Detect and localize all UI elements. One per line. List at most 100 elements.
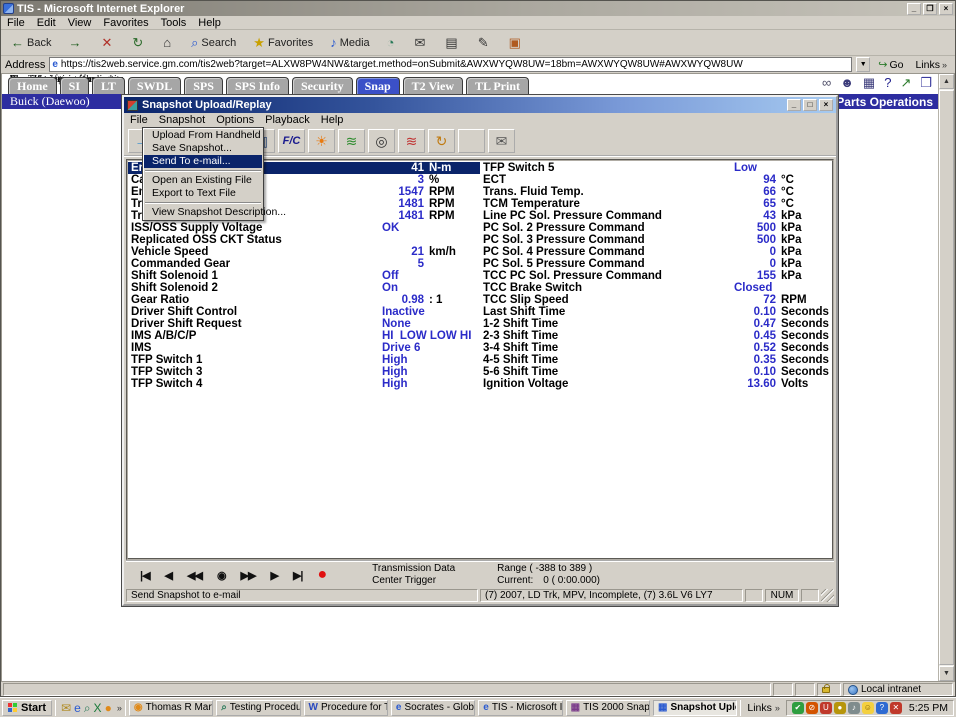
data-row[interactable]: Vehicle Speed 21 km/h <box>128 246 480 258</box>
data-row[interactable]: 2-3 Shift Time 0.45 Seconds <box>480 330 832 342</box>
close-button[interactable]: × <box>939 3 953 15</box>
glasses-icon[interactable]: ∞ <box>822 76 831 90</box>
task-button[interactable]: e TIS - Microsoft Internet ... <box>478 700 562 716</box>
back-button[interactable]: ← Back <box>5 34 60 51</box>
dropdown-menu-item[interactable] <box>145 202 261 204</box>
data-row[interactable]: Replicated OSS CKT Status <box>128 234 480 246</box>
browser-menu-item[interactable]: View <box>68 17 92 29</box>
ie-shortcut-icon[interactable]: e <box>74 701 81 715</box>
snapshot-menu-item[interactable]: Snapshot <box>159 114 205 126</box>
resize-grip[interactable] <box>821 589 834 602</box>
tray-x-icon[interactable]: ✕ <box>890 702 902 714</box>
tray-audio-icon[interactable]: ♪ <box>848 702 860 714</box>
book-icon[interactable]: ❒ <box>920 76 932 90</box>
browser-menu-item[interactable]: Favorites <box>103 17 148 29</box>
tis-tab[interactable]: SPS <box>184 77 223 94</box>
tray-block-icon[interactable]: ⊘ <box>806 702 818 714</box>
go-end-button[interactable]: ▶| <box>293 569 303 582</box>
browser-title-bar[interactable]: TIS - Microsoft Internet Explorer _ ❐ × <box>1 1 955 16</box>
mail-shortcut-icon[interactable]: ✉ <box>61 701 71 715</box>
data-row[interactable]: 4-5 Shift Time 0.35 Seconds <box>480 354 832 366</box>
tis-tab[interactable]: SWDL <box>128 77 181 94</box>
refresh-button[interactable]: ↻ <box>126 34 155 51</box>
data-row[interactable]: TCC PC Sol. Pressure Command 155 kPa <box>480 270 832 282</box>
search-button[interactable]: ⌕ Search <box>185 34 245 51</box>
tray-smiley-icon[interactable]: ☺ <box>862 702 874 714</box>
browser-menu-item[interactable]: Tools <box>161 17 187 29</box>
excel-shortcut-icon[interactable]: X <box>94 701 102 715</box>
minimize-button[interactable]: _ <box>787 99 801 111</box>
links-button[interactable]: Links » <box>911 59 951 71</box>
replay-icon[interactable]: ↻ <box>428 129 455 153</box>
user-icon[interactable]: ☻ <box>840 76 854 90</box>
links-toolbar[interactable]: Links » <box>744 702 783 714</box>
help-icon[interactable]: ? <box>884 76 891 90</box>
forward-button[interactable]: → <box>62 34 93 51</box>
tray-help-icon[interactable]: ? <box>876 702 888 714</box>
tis-tab[interactable]: Security <box>292 77 353 94</box>
dropdown-menu-item[interactable]: Open an Existing File <box>144 174 262 187</box>
dropdown-menu-item[interactable]: Save Snapshot... <box>144 142 262 155</box>
data-row[interactable]: Driver Shift Request None <box>128 318 480 330</box>
email-icon[interactable]: ✉ <box>488 129 515 153</box>
go-button[interactable]: ↪ Go <box>874 58 907 71</box>
dropdown-menu-item[interactable] <box>145 170 261 172</box>
units-fc-icon[interactable]: F/C <box>278 129 305 153</box>
snapshot-title-bar[interactable]: Snapshot Upload/Replay _ □ × <box>124 97 836 113</box>
media-button[interactable]: ♪ Media <box>324 34 378 51</box>
task-button[interactable]: e Socrates - Global - Micro... <box>391 700 475 716</box>
tis-tab[interactable]: LT <box>92 77 125 94</box>
data-row[interactable]: TCC Slip Speed 72 RPM <box>480 294 832 306</box>
data-row[interactable]: TFP Switch 4 High <box>128 378 480 390</box>
snapshot-menu-item[interactable]: Options <box>216 114 254 126</box>
close-button[interactable]: × <box>819 99 833 111</box>
data-row[interactable]: Gear Ratio 0.98 : 1 <box>128 294 480 306</box>
dropdown-menu-item[interactable]: Export to Text File <box>144 187 262 200</box>
tray-shield-icon[interactable]: U <box>820 702 832 714</box>
task-button[interactable]: ◉ Thomas R Martin - Inbox... <box>129 700 213 716</box>
data-row[interactable]: TFP Switch 3 High <box>128 366 480 378</box>
data-row[interactable]: 1-2 Shift Time 0.47 Seconds <box>480 318 832 330</box>
calendar-icon[interactable]: ▦ <box>863 76 875 90</box>
data-row[interactable]: PC Sol. 4 Pressure Command 0 kPa <box>480 246 832 258</box>
quick-launch-overflow-icon[interactable]: » <box>117 703 122 713</box>
tis-tab[interactable]: Home <box>8 77 57 94</box>
browser-menu-item[interactable]: File <box>7 17 25 29</box>
data-row[interactable]: IMS Drive 6 <box>128 342 480 354</box>
data-row[interactable]: 3-4 Shift Time 0.52 Seconds <box>480 342 832 354</box>
edit-button[interactable]: ✎ <box>472 34 501 51</box>
history-button[interactable]: ◔ <box>381 34 407 51</box>
stop-button[interactable]: ✕ <box>95 34 124 51</box>
dropdown-menu-item[interactable]: View Snapshot Description... <box>144 206 262 219</box>
browser-menu-item[interactable]: Help <box>198 17 221 29</box>
discuss-button[interactable]: ▣ <box>503 34 533 51</box>
dropdown-menu-item[interactable]: Send To e-mail... <box>144 155 262 168</box>
data-row[interactable]: Last Shift Time 0.10 Seconds <box>480 306 832 318</box>
notes-shortcut-icon[interactable]: ● <box>105 701 112 715</box>
data-row[interactable]: TFP Switch 1 High <box>128 354 480 366</box>
snapshot-menu-item[interactable]: Help <box>321 114 344 126</box>
tis-tab[interactable]: T2 View <box>403 77 463 94</box>
data-row[interactable]: ECT 94 °C <box>480 174 832 186</box>
data-row[interactable]: PC Sol. 2 Pressure Command 500 kPa <box>480 222 832 234</box>
data-row[interactable]: Trans. Fluid Temp. 66 °C <box>480 186 832 198</box>
data-row[interactable]: Shift Solenoid 2 On <box>128 282 480 294</box>
favorites-button[interactable]: ★ Favorites <box>247 34 322 51</box>
lines-graph-icon[interactable]: ≋ <box>338 129 365 153</box>
data-row[interactable]: ISS/OSS Supply Voltage OK <box>128 222 480 234</box>
step-forward-button[interactable]: ▶ <box>270 569 277 582</box>
data-row[interactable]: PC Sol. 3 Pressure Command 500 kPa <box>480 234 832 246</box>
browser-menu-item[interactable]: Edit <box>37 17 56 29</box>
task-button[interactable]: ▦ Snapshot Upload/Re... <box>653 700 737 716</box>
scroll-thumb[interactable] <box>939 90 954 665</box>
restore-button[interactable]: ❐ <box>923 3 937 15</box>
color-graph-icon[interactable]: ≋ <box>398 129 425 153</box>
snapshot-menu-item[interactable]: File <box>130 114 148 126</box>
start-button[interactable]: Start <box>2 700 52 716</box>
address-dropdown-button[interactable]: ▼ <box>856 57 870 72</box>
mail-button[interactable]: ✉ <box>409 34 438 51</box>
play-button[interactable]: ◉ <box>217 569 226 582</box>
record-button[interactable]: ● <box>317 569 326 581</box>
rewind-button[interactable]: ◀◀ <box>187 569 202 582</box>
tis-tab[interactable]: TL Print <box>466 77 529 94</box>
